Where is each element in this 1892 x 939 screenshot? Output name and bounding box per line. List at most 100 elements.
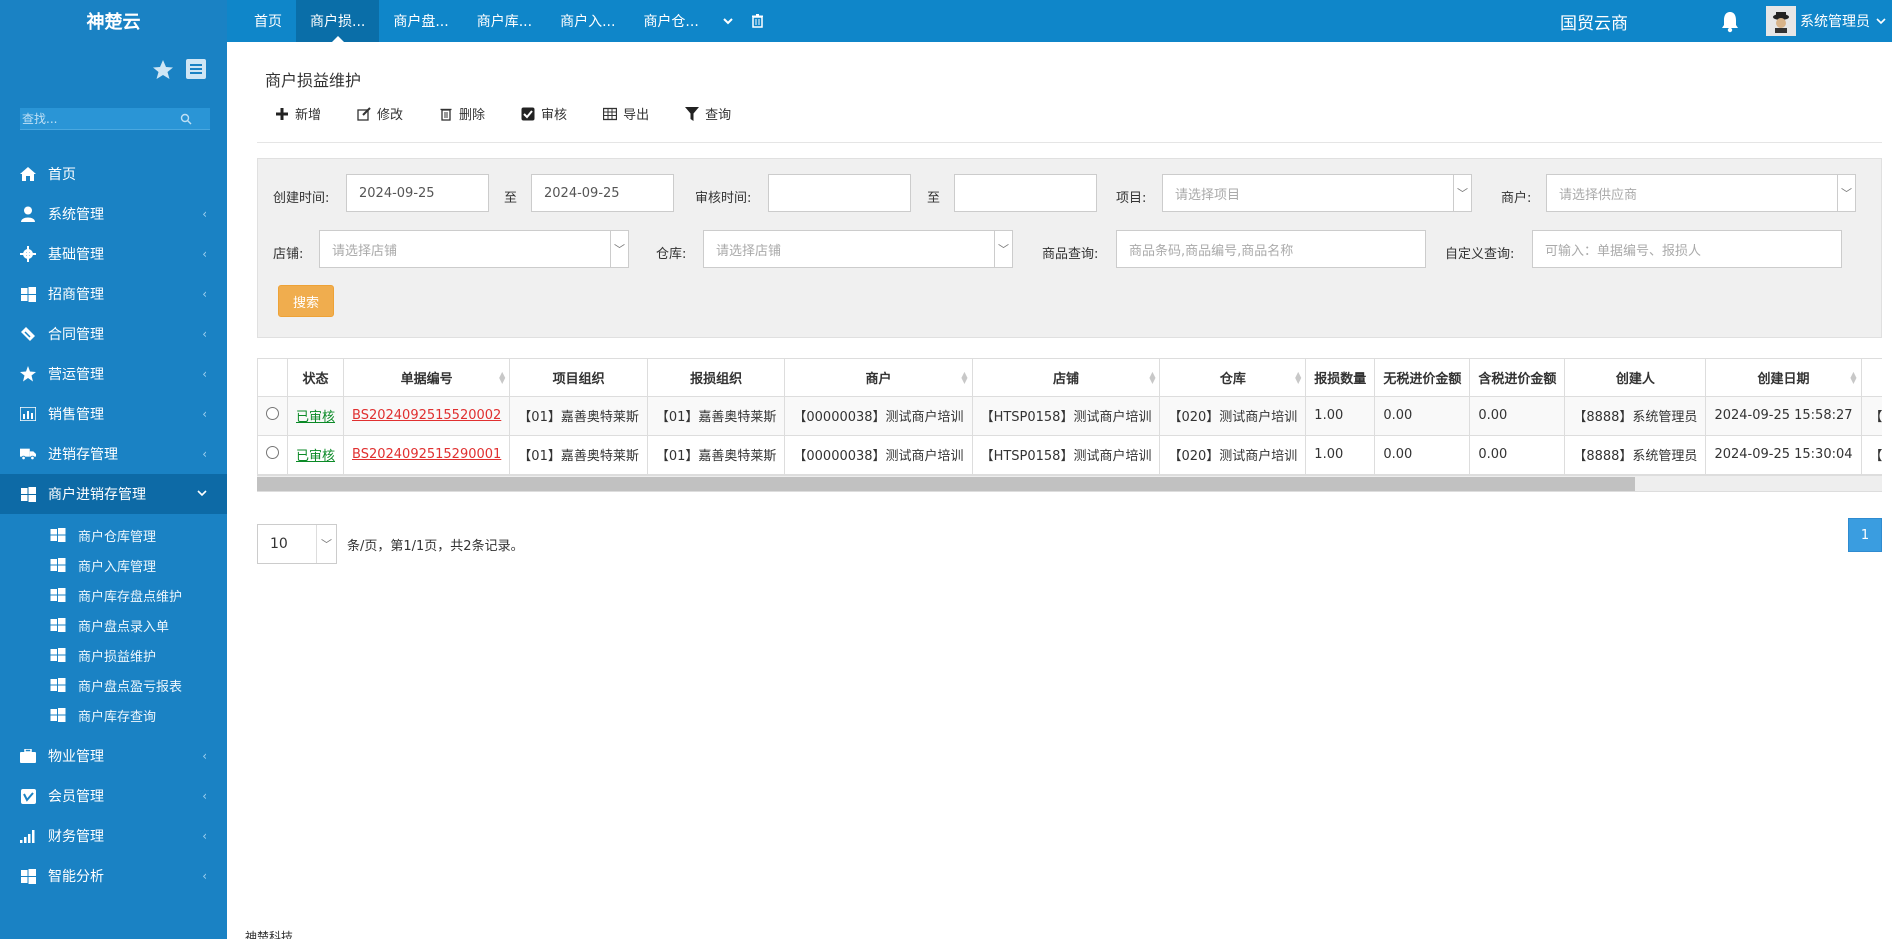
search-icon[interactable] (180, 113, 192, 125)
export-button[interactable]: 导出 (603, 104, 649, 123)
sidebar-search-input[interactable] (20, 111, 180, 126)
sidebar-item-property[interactable]: 物业管理 ‹ (0, 736, 227, 776)
tab-merchant-inbound[interactable]: 商户入... (546, 0, 629, 42)
cell-project-org: 【01】嘉善奥特莱斯 (509, 435, 648, 475)
audit-button[interactable]: 审核 (521, 104, 567, 123)
sidebar-item-label: 财务管理 (48, 829, 104, 845)
tab-merchant-stocktake[interactable]: 商户盘... (379, 0, 462, 42)
project-select[interactable]: 请选择项目 ﹀ (1162, 174, 1472, 212)
merchant-select[interactable]: 请选择供应商 ﹀ (1546, 174, 1856, 212)
favorite-star-icon[interactable] (151, 58, 175, 82)
sidebar-item-label: 招商管理 (48, 287, 104, 303)
column-header-warehouse[interactable]: 仓库 ▲ ▼ (1159, 359, 1307, 397)
bill-no-link[interactable]: BS2024092515520002 (352, 408, 501, 423)
cell-warehouse: 【020】测试商户培训 (1159, 396, 1307, 436)
row-select-cell (258, 435, 288, 475)
sidebar-subitem-stocktake-entry[interactable]: 商户盘点录入单 (0, 610, 227, 640)
audit-time-from-input[interactable] (768, 174, 911, 212)
sidebar-subitem-label: 商户盘点录入单 (78, 619, 170, 635)
sidebar-item-finance[interactable]: 财务管理 ‹ (0, 816, 227, 856)
sidebar-item-label: 首页 (48, 167, 76, 183)
sidebar-item-system[interactable]: 系统管理 ‹ (0, 194, 227, 234)
custom-query-label: 自定义查询: (1445, 247, 1515, 262)
user-menu[interactable]: 系统管理员 (1766, 5, 1886, 37)
cell-warehouse: 【020】测试商户培训 (1159, 435, 1307, 475)
status-link[interactable]: 已审核 (296, 449, 335, 464)
create-time-to-input[interactable]: 2024-09-25 (531, 174, 674, 212)
close-tabs-trash-icon[interactable] (743, 0, 773, 42)
tab-merchant-inventory[interactable]: 商户库... (463, 0, 546, 42)
sidebar-tools (151, 58, 207, 82)
sidebar-subitem-label: 商户库存盘点维护 (78, 589, 183, 605)
row-select-radio[interactable] (266, 407, 279, 420)
bell-icon[interactable] (1720, 11, 1742, 33)
tab-merchant-warehouse[interactable]: 商户仓... (629, 0, 712, 42)
sidebar-subitem-loss[interactable]: 商户损益维护 (0, 640, 227, 670)
table-row[interactable]: 已审核 BS2024092515520002 【01】嘉善奥特莱斯 【01】嘉善… (258, 396, 1882, 436)
windows-icon (50, 618, 66, 632)
goods-query-input[interactable]: 商品条码,商品编号,商品名称 (1116, 230, 1426, 268)
column-header-bill-no[interactable]: 单据编号 ▲ ▼ (343, 359, 511, 397)
sidebar-item-investment[interactable]: 招商管理 ‹ (0, 274, 227, 314)
sidebar-item-member[interactable]: 会员管理 ‹ (0, 776, 227, 816)
windows-icon (50, 708, 66, 722)
sidebar: 首页 系统管理 ‹ 基础管理 ‹ 招商管理 ‹ 合同管理 ‹ 营运管理 ‹ (0, 42, 227, 939)
chevron-left-icon: ‹ (202, 407, 207, 421)
chevron-left-icon: ‹ (202, 327, 207, 341)
sidebar-subitem-label: 商户盘点盈亏报表 (78, 679, 183, 695)
sidebar-item-label: 营运管理 (48, 367, 104, 383)
table-row[interactable]: 已审核 BS2024092515290001 【01】嘉善奥特莱斯 【01】嘉善… (258, 435, 1882, 475)
user-icon (20, 206, 36, 222)
cell-taxed-amount: 0.00 (1469, 396, 1566, 436)
sidebar-item-sales[interactable]: 销售管理 ‹ (0, 394, 227, 434)
sidebar-subitem-profit-loss-report[interactable]: 商户盘点盈亏报表 (0, 670, 227, 700)
column-header-project-org: 项目组织 (509, 359, 648, 397)
tabs-more-chevron-icon[interactable] (713, 0, 743, 42)
sidebar-item-basic[interactable]: 基础管理 ‹ (0, 234, 227, 274)
sidebar-subitem-stock-query[interactable]: 商户库存查询 (0, 700, 227, 730)
bill-no-link[interactable]: BS2024092515290001 (352, 447, 501, 462)
brand-logo[interactable]: 神楚云 (0, 0, 227, 42)
sidebar-item-analysis[interactable]: 智能分析 ‹ (0, 856, 227, 896)
sidebar-item-home[interactable]: 首页 (0, 154, 227, 194)
row-select-radio[interactable] (266, 446, 279, 459)
search-button[interactable]: 搜索 (278, 285, 334, 317)
cell-merchant: 【00000038】测试商户培训 (784, 396, 973, 436)
sidebar-subitem-warehouse[interactable]: 商户仓库管理 (0, 520, 227, 550)
page-size-select[interactable]: 10 ﹀ (257, 524, 337, 564)
sidebar-subitem-label: 商户入库管理 (78, 559, 157, 575)
custom-query-input[interactable]: 可输入：单据编号、报损人 (1532, 230, 1842, 268)
sidebar-item-inventory[interactable]: 进销存管理 ‹ (0, 434, 227, 474)
tab-home[interactable]: 首页 (240, 0, 296, 42)
scrollbar-thumb[interactable] (257, 477, 1635, 491)
column-header-shop[interactable]: 店铺 ▲ ▼ (972, 359, 1161, 397)
query-button[interactable]: 查询 (685, 104, 731, 123)
sidebar-item-merchant-inventory[interactable]: 商户进销存管理 (0, 474, 227, 514)
cell-loss-qty: 1.00 (1305, 435, 1376, 475)
page-button-current[interactable]: 1 (1848, 518, 1882, 552)
column-header-merchant[interactable]: 商户 ▲ ▼ (784, 359, 973, 397)
check-square-icon (521, 107, 535, 120)
sidebar-item-contract[interactable]: 合同管理 ‹ (0, 314, 227, 354)
edit-button[interactable]: 修改 (357, 104, 403, 123)
horizontal-scrollbar[interactable] (257, 475, 1882, 491)
list-icon[interactable] (185, 58, 207, 80)
sidebar-subitem-inbound[interactable]: 商户入库管理 (0, 550, 227, 580)
sidebar-item-label: 商户进销存管理 (48, 487, 146, 503)
sidebar-item-operation[interactable]: 营运管理 ‹ (0, 354, 227, 394)
cell-merchant: 【00000038】测试商户培训 (784, 435, 973, 475)
column-header-untaxed-amount: 无税进价金额 (1374, 359, 1471, 397)
shop-select[interactable]: 请选择店铺 ﹀ (319, 230, 629, 268)
status-link[interactable]: 已审核 (296, 410, 335, 425)
sidebar-subitem-stocktake[interactable]: 商户库存盘点维护 (0, 580, 227, 610)
column-header-create-date[interactable]: 创建日期 ▲ ▼ (1705, 359, 1862, 397)
delete-button[interactable]: 删除 (439, 104, 485, 123)
create-time-from-input[interactable]: 2024-09-25 (346, 174, 489, 212)
tab-merchant-loss[interactable]: 商户损... (296, 0, 380, 42)
audit-time-to-input[interactable] (954, 174, 1097, 212)
add-button[interactable]: 新增 (275, 104, 321, 123)
cell-loss-qty: 1.00 (1305, 396, 1376, 436)
warehouse-select[interactable]: 请选择店铺 ﹀ (703, 230, 1013, 268)
edit-button-label: 修改 (377, 108, 404, 123)
chevron-left-icon: ‹ (202, 829, 207, 843)
